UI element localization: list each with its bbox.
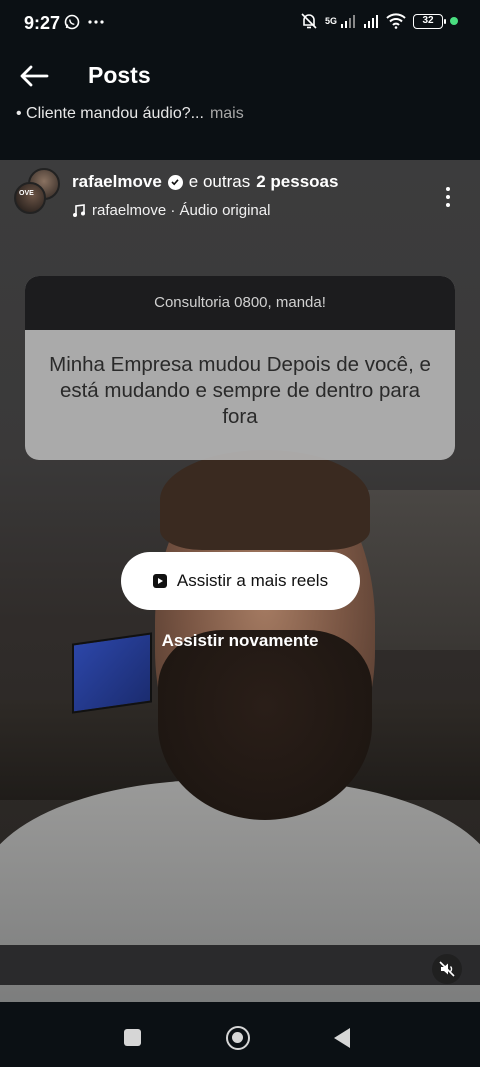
back-button[interactable] — [18, 60, 50, 92]
question-title: Consultoria 0800, manda! — [25, 276, 455, 330]
system-back-button[interactable] — [334, 1028, 350, 1048]
video-person-hair — [160, 450, 370, 550]
caption: • Cliente mandou áudio?... mais — [16, 105, 244, 123]
avatar[interactable]: OVE — [14, 182, 46, 214]
audio-line[interactable]: rafaelmove · Áudio original — [72, 202, 270, 219]
question-sticker: Consultoria 0800, manda! Minha Empresa m… — [25, 276, 455, 460]
speaker-muted-icon — [439, 961, 455, 977]
verified-badge-icon — [167, 174, 183, 190]
header: Posts — [0, 46, 480, 108]
network-label: 5G — [324, 16, 337, 26]
more-dots-icon — [88, 20, 104, 24]
video-person-beard — [158, 630, 372, 820]
watch-again-button[interactable]: Assistir novamente — [0, 631, 480, 651]
question-answer: Minha Empresa mudou Depois de você, e es… — [49, 353, 431, 428]
whatsapp-icon — [64, 14, 80, 30]
video-person-stripe — [0, 945, 480, 985]
status-right-icons: 5G 32 — [300, 12, 458, 30]
status-bar: 9:27 5G 32 — [0, 0, 480, 46]
status-time: 9:27 — [24, 13, 61, 33]
arrow-left-icon — [20, 65, 49, 87]
battery-icon: 32 — [413, 13, 446, 29]
avatar-stack[interactable]: OVE — [14, 168, 62, 216]
caption-strip: • Cliente mandou áudio?... mais — [0, 100, 480, 160]
watch-more-label: Assistir a mais reels — [176, 571, 329, 590]
page-title: Posts — [88, 62, 151, 88]
active-dot — [450, 17, 458, 25]
music-note-icon — [73, 203, 85, 217]
system-nav-bar — [0, 1002, 480, 1067]
status-left-icons — [64, 14, 104, 30]
mute-bell-icon — [301, 13, 317, 29]
post-author-row: OVE rafaelmove e outras 2 pessoas rafael… — [14, 168, 454, 228]
mute-toggle-button[interactable] — [432, 954, 462, 984]
audio-label[interactable]: rafaelmove · Áudio original — [92, 202, 270, 219]
author-line[interactable]: rafaelmove e outras 2 pessoas — [72, 172, 338, 192]
video-background — [360, 490, 480, 650]
author-name[interactable]: rafaelmove — [72, 172, 162, 192]
caption-more-link[interactable]: mais — [210, 105, 244, 122]
caption-text: • Cliente mandou áudio?... — [16, 105, 204, 122]
home-button[interactable] — [226, 1026, 250, 1050]
others-prefix: e outras — [188, 172, 251, 191]
more-options-button[interactable] — [436, 182, 460, 212]
signal-icon — [364, 15, 378, 28]
reel-video[interactable]: OVE rafaelmove e outras 2 pessoas rafael… — [0, 160, 480, 1002]
recent-apps-button[interactable] — [124, 1029, 141, 1046]
reels-icon — [152, 574, 167, 588]
wifi-icon — [386, 13, 406, 29]
signal-icon — [341, 15, 355, 28]
watch-more-reels-button[interactable]: Assistir a mais reels — [121, 552, 360, 610]
others-count[interactable]: 2 pessoas — [256, 172, 338, 192]
